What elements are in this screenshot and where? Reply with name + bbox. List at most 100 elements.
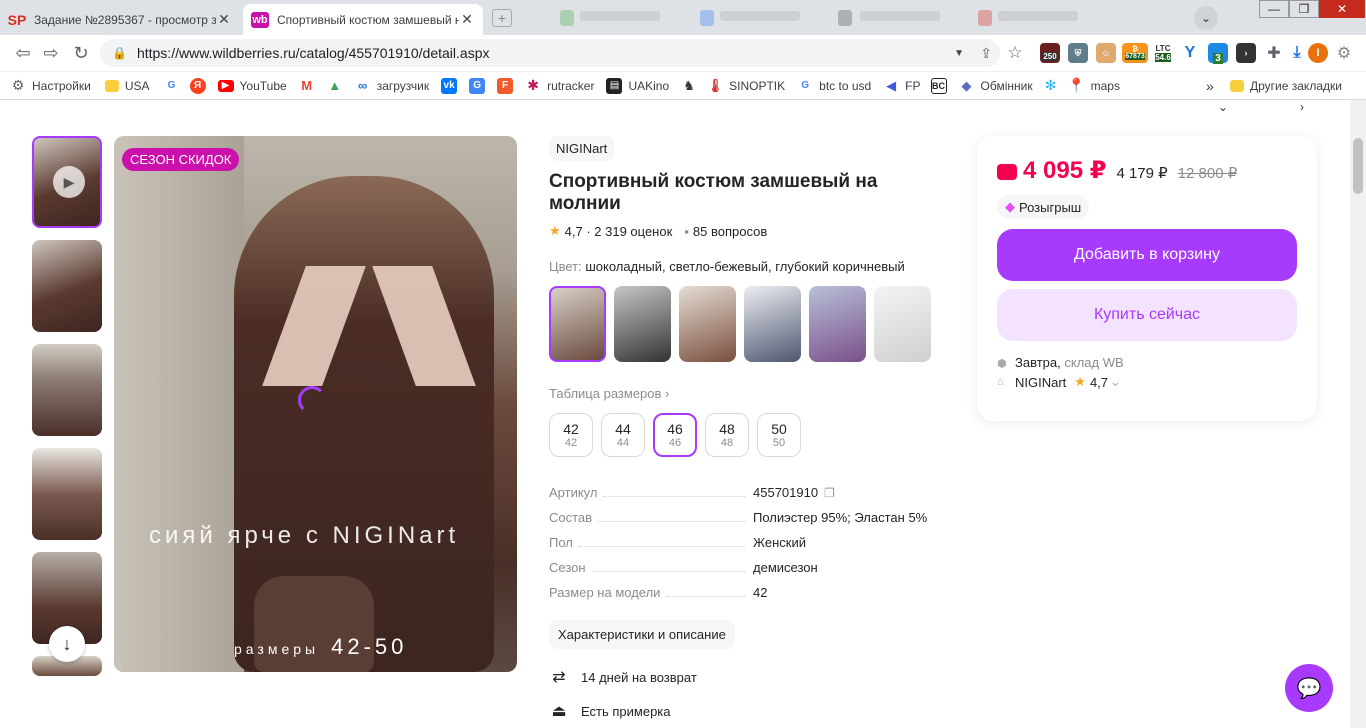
bookmark-item[interactable]: ▤ UAKino (606, 77, 669, 94)
bookmark-item[interactable]: ✱ rutracker (525, 77, 595, 94)
bookmark-item[interactable]: M (299, 78, 321, 94)
tab-ghost-icon[interactable] (700, 10, 714, 26)
dropdown-icon[interactable]: ▼ (954, 48, 964, 59)
tab-ghost-icon[interactable] (560, 10, 574, 26)
settings-gear-icon[interactable]: ⚙ (1334, 43, 1354, 63)
tab-ghost-icon[interactable] (978, 10, 992, 26)
raffle-badge[interactable]: ◆ Розыгрыш (997, 195, 1090, 219)
thumbnail-image[interactable] (32, 448, 102, 540)
puzzle-icon[interactable]: ✚ (1264, 43, 1284, 63)
size-table-link[interactable]: Таблица размеров › (549, 386, 949, 401)
rating-link[interactable]: 4,7 · 2 319 оценок (565, 224, 673, 239)
reload-icon[interactable]: ↻ (70, 43, 92, 63)
size-option[interactable]: 48 48 (705, 413, 749, 457)
bookmark-item[interactable]: vk (441, 77, 463, 94)
thumbnails-scroll-down-button[interactable]: ↓ (49, 626, 85, 662)
size-label: 44 (615, 421, 631, 437)
thumbnail-image[interactable] (32, 344, 102, 436)
terminal-icon[interactable]: › (1236, 43, 1256, 63)
bookmark-star-icon[interactable]: ☆ (1004, 43, 1026, 63)
shield-icon[interactable]: ⛨ (1068, 43, 1088, 63)
header-chevron-icon[interactable]: ⌄ (1218, 100, 1232, 114)
bitcoin-icon[interactable]: ₿ 67873 (1122, 43, 1148, 63)
tab-task[interactable]: SP Задание №2895367 - просмотр з ✕ (0, 4, 240, 35)
raffle-label: Розыгрыш (1019, 199, 1082, 215)
bookmark-item[interactable]: USA (104, 79, 150, 93)
main-product-image[interactable]: СЕЗОН СКИДОК сияй ярче с NIGINart размер… (114, 136, 517, 672)
add-to-cart-button[interactable]: Добавить в корзину (997, 229, 1297, 281)
bookmark-item[interactable]: F (497, 77, 519, 94)
bookmark-item[interactable]: ✻ (1043, 77, 1065, 94)
maximize-button[interactable]: ❐ (1289, 0, 1319, 18)
profile-avatar[interactable]: I (1308, 43, 1328, 63)
size-option[interactable]: 42 42 (549, 413, 593, 457)
tab-search-chevron-icon[interactable]: ⌄ (1194, 6, 1218, 30)
vk-icon: vk (441, 77, 458, 94)
other-bookmarks[interactable]: Другие закладки (1230, 79, 1342, 93)
color-swatch[interactable] (679, 286, 736, 362)
gear-icon: ⚙ (11, 77, 25, 93)
bookmark-item[interactable]: 📍 maps (1068, 77, 1120, 94)
scrollbar-thumb[interactable] (1353, 138, 1363, 194)
size-option-selected[interactable]: 46 46 (653, 413, 697, 457)
litecoin-icon[interactable]: LTC 54.6 (1152, 43, 1174, 63)
uakino-icon: ▤ (606, 77, 623, 94)
size-sublabel: 42 (564, 437, 578, 449)
share-icon[interactable]: ⇪ (980, 45, 992, 62)
y-icon[interactable]: Y (1180, 43, 1200, 63)
close-icon[interactable]: ✕ (459, 11, 475, 28)
bookmark-item[interactable]: Gbtc to usd (797, 78, 871, 94)
forward-icon[interactable]: ⇨ (40, 43, 62, 63)
download-ext-icon[interactable]: 3 (1208, 43, 1228, 64)
size-option[interactable]: 50 50 (757, 413, 801, 457)
bookmark-item[interactable]: ⚙ Настройки (10, 77, 91, 94)
size-option[interactable]: 44 44 (601, 413, 645, 457)
color-swatch[interactable] (614, 286, 671, 362)
brand-link[interactable]: NIGINart (549, 136, 615, 161)
address-bar[interactable]: 🔒 https://www.wildberries.ru/catalog/455… (100, 39, 1000, 67)
minimize-button[interactable]: — (1259, 0, 1289, 18)
bookmark-item[interactable]: 🌡 SINOPTIK (707, 78, 785, 94)
product-page: ⌄ › ▶ ↓ СЕЗОН СКИДОК сияй ярче с NIGINar… (0, 100, 1350, 728)
f-icon: F (497, 77, 514, 94)
color-swatch[interactable] (549, 286, 606, 362)
bookmark-item[interactable]: BC (930, 77, 953, 94)
seller-row[interactable]: ⌂ NIGINart ★ 4,7 ⌄ (997, 374, 1297, 390)
size-label: 42 (563, 421, 579, 437)
description-button[interactable]: Характеристики и описание (549, 620, 735, 649)
seller-name: NIGINart (1015, 374, 1067, 390)
copy-icon[interactable]: ❐ (824, 486, 835, 500)
thumbnail-image[interactable] (32, 240, 102, 332)
bookmark-item[interactable]: Я (189, 77, 212, 94)
back-icon[interactable]: ⇦ (12, 43, 34, 63)
tab-wildberries[interactable]: wb Спортивный костюм замшевый н ✕ (243, 4, 483, 35)
header-arrow-icon[interactable]: › (1300, 100, 1314, 114)
chat-button[interactable]: 💬 (1285, 664, 1333, 712)
color-swatch[interactable] (809, 286, 866, 362)
spec-row: Пол Женский (549, 535, 949, 560)
color-swatch[interactable] (744, 286, 801, 362)
color-swatch[interactable] (874, 286, 931, 362)
downloads-icon[interactable]: ⤓ (1287, 43, 1307, 63)
bookmark-item[interactable]: ▶ YouTube (217, 79, 287, 93)
bookmark-label: rutracker (547, 78, 595, 93)
bookmark-item[interactable]: G (469, 77, 491, 94)
bookmark-item[interactable]: G (164, 78, 186, 94)
bookmark-item[interactable]: ▲ (327, 78, 349, 94)
bookmark-item[interactable]: ◀ FP (883, 78, 920, 94)
bookmark-item[interactable]: ∞ загрузчик (355, 78, 429, 94)
thumbnail-video[interactable]: ▶ (32, 136, 102, 228)
bookmarks-more-button[interactable]: » (1206, 78, 1214, 94)
tab-ghost-icon[interactable] (838, 10, 852, 26)
window-close-button[interactable]: ✕ (1319, 0, 1365, 18)
page-scrollbar[interactable] (1350, 100, 1366, 728)
buy-now-button[interactable]: Купить сейчас (997, 289, 1297, 341)
new-tab-button[interactable]: + (492, 9, 512, 27)
folder-icon (1230, 79, 1244, 92)
bookmark-item[interactable]: ♞ (681, 78, 703, 94)
face-icon[interactable]: ☺ (1096, 43, 1116, 63)
extension-counter-icon[interactable]: 250 (1040, 43, 1060, 63)
bookmark-item[interactable]: ◆ Обмінник (959, 78, 1033, 94)
questions-link[interactable]: 85 вопросов (693, 224, 767, 239)
close-icon[interactable]: ✕ (216, 11, 232, 28)
